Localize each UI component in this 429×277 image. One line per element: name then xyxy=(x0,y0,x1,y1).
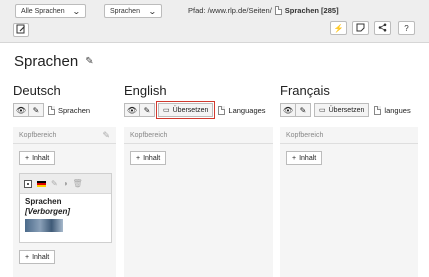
share-icon xyxy=(378,23,387,34)
column-actions-francais: 👁 ✎ ▭ Übersetzen langues xyxy=(280,103,411,117)
area-header: Kopfbereich xyxy=(280,127,418,144)
add-content-button[interactable]: + Inhalt xyxy=(19,151,56,165)
toggle-visibility-icon[interactable]: ◑ xyxy=(63,179,68,188)
hidden-label: [Verborgen] xyxy=(25,207,71,216)
translate-label: Übersetzen xyxy=(328,106,365,114)
eye-icon: 👁 xyxy=(15,105,27,115)
translate-label: Übersetzen xyxy=(172,106,209,114)
add-content-button[interactable]: + Inhalt xyxy=(130,151,167,165)
edit-area-icon[interactable]: ✎ xyxy=(102,130,110,141)
area-label: Kopfbereich xyxy=(130,131,168,139)
page-title: Sprachen ✎ xyxy=(14,53,94,70)
content-element-card: ✎ ◑ 🗑 Sprachen [Verborgen] xyxy=(19,173,112,243)
column-actions-deutsch: 👁 ✎ Sprachen xyxy=(13,103,90,117)
content-type-icon xyxy=(24,179,32,188)
view-button[interactable]: 👁 xyxy=(280,103,296,117)
page-label-text: langues xyxy=(384,105,411,115)
page-icon xyxy=(274,6,282,15)
content-element-title: Sprachen xyxy=(25,197,62,206)
help-button[interactable]: ? xyxy=(398,21,415,35)
area-header: Kopfbereich ✎ xyxy=(13,127,116,144)
add-content-label: Inhalt xyxy=(32,154,50,162)
page-label: Sprachen xyxy=(48,105,91,115)
mode-select[interactable]: Sprachen ⌄ xyxy=(104,4,162,18)
translate-icon: ▭ xyxy=(163,107,170,114)
pencil-icon: ✎ xyxy=(299,105,307,115)
page-title-breadcrumb: Sprachen [285] xyxy=(284,6,339,15)
chevron-down-icon: ⌄ xyxy=(148,6,158,16)
help-icon: ? xyxy=(404,23,409,33)
page-title-text: Sprachen xyxy=(14,53,79,70)
page-label-text: Languages xyxy=(228,105,266,115)
content-element-body[interactable]: Sprachen [Verborgen] xyxy=(20,194,111,235)
edit-button[interactable]: ✎ xyxy=(295,103,311,117)
add-content-button-bottom[interactable]: + Inhalt xyxy=(19,250,56,264)
plus-icon: + xyxy=(292,154,297,162)
clear-cache-button[interactable]: ⚡ xyxy=(330,21,347,35)
page-label: langues xyxy=(374,105,411,115)
page-label: Languages xyxy=(218,105,266,115)
note-icon xyxy=(356,23,365,34)
german-flag-icon xyxy=(37,180,46,187)
add-content-label: Inhalt xyxy=(299,154,317,162)
column-english: Kopfbereich xyxy=(124,127,273,277)
top-toolbar: Alle Sprachen ⌄ Sprachen ⌄ Pfad: /www.rl… xyxy=(0,0,429,43)
plus-icon: + xyxy=(25,154,30,162)
column-actions-english: 👁 ✎ ▭ Übersetzen Languages xyxy=(124,101,266,119)
translate-button[interactable]: ▭ Übersetzen xyxy=(155,101,216,119)
plus-icon: + xyxy=(136,154,141,162)
plus-icon: + xyxy=(25,253,30,261)
pencil-icon: ✎ xyxy=(32,105,40,115)
edit-page-button[interactable] xyxy=(13,23,29,37)
eye-icon: 👁 xyxy=(126,105,138,115)
image-thumbnail xyxy=(25,219,63,232)
notes-button[interactable] xyxy=(352,21,369,35)
language-select[interactable]: Alle Sprachen ⌄ xyxy=(15,4,86,18)
pencil-icon: ✎ xyxy=(143,105,151,115)
area-label: Kopfbereich xyxy=(286,131,324,139)
translate-icon: ▭ xyxy=(319,107,326,114)
share-button[interactable] xyxy=(374,21,391,35)
page-label-text: Sprachen xyxy=(58,105,91,115)
column-heading-deutsch: Deutsch xyxy=(13,83,61,98)
pencil-icon[interactable]: ✎ xyxy=(51,179,58,188)
translate-button[interactable]: ▭ Übersetzen xyxy=(314,103,370,117)
eye-icon: 👁 xyxy=(282,105,294,115)
view-button[interactable]: 👁 xyxy=(124,103,140,117)
area-header: Kopfbereich xyxy=(124,127,273,144)
add-content-label: Inhalt xyxy=(32,253,50,261)
mode-select-value: Sprachen xyxy=(110,7,140,15)
delete-icon[interactable]: 🗑 xyxy=(73,179,83,188)
add-content-label: Inhalt xyxy=(143,154,161,162)
area-label: Kopfbereich xyxy=(19,131,57,139)
chevron-down-icon: ⌄ xyxy=(72,6,82,16)
edit-button[interactable]: ✎ xyxy=(28,103,44,117)
path-label: Pfad: /www.rlp.de/Seiten/ xyxy=(188,6,272,15)
lightning-icon: ⚡ xyxy=(333,23,344,33)
add-content-button[interactable]: + Inhalt xyxy=(286,151,323,165)
page-icon xyxy=(218,105,226,115)
breadcrumb: Pfad: /www.rlp.de/Seiten/ Sprachen [285] xyxy=(188,6,339,15)
view-button[interactable]: 👁 xyxy=(13,103,29,117)
language-select-value: Alle Sprachen xyxy=(21,7,65,15)
page-icon xyxy=(374,105,382,115)
column-francais: Kopfbereich xyxy=(280,127,418,277)
edit-document-icon xyxy=(16,24,26,36)
pencil-icon[interactable]: ✎ xyxy=(85,56,93,67)
page-icon xyxy=(48,105,55,115)
column-heading-english: English xyxy=(124,83,167,98)
content-element-toolbar: ✎ ◑ 🗑 xyxy=(20,174,111,194)
edit-button[interactable]: ✎ xyxy=(139,103,155,117)
column-heading-francais: Français xyxy=(280,83,330,98)
